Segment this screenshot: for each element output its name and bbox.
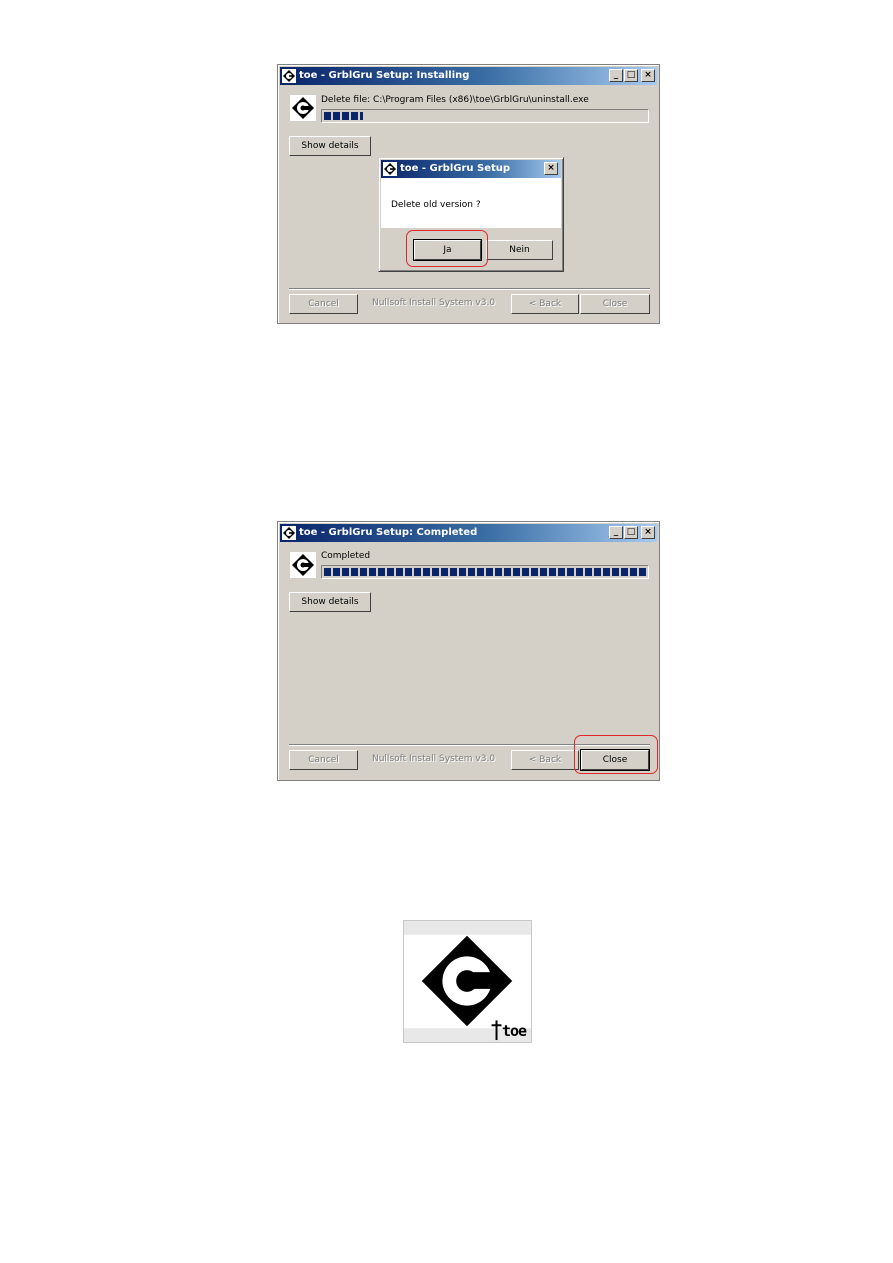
app-logo-icon xyxy=(383,162,397,176)
status-text: Delete file: C:\Program Files (x86)\toe\… xyxy=(321,95,589,105)
progress-fill xyxy=(324,112,363,120)
minimize-icon[interactable]: _ xyxy=(609,69,623,82)
toe-logo-text: toe xyxy=(502,1022,527,1040)
completed-titlebar[interactable]: toe - GrblGru Setup: Completed _ □ × xyxy=(280,524,657,542)
cancel-button[interactable]: Cancel xyxy=(289,750,358,770)
toe-logo-large: toe xyxy=(403,920,532,1043)
highlight-close-button xyxy=(574,735,658,774)
show-details-button[interactable]: Show details xyxy=(289,592,371,612)
progress-fill xyxy=(324,568,646,576)
branding-text: Nullsoft Install System v3.0 xyxy=(372,754,496,764)
toe-logo-icon xyxy=(290,95,316,121)
dialog-titlebar[interactable]: toe - GrblGru Setup × xyxy=(381,160,561,178)
maximize-icon[interactable]: □ xyxy=(624,69,638,82)
app-logo-icon xyxy=(282,69,296,83)
close-icon[interactable]: × xyxy=(641,69,655,82)
close-button[interactable]: Close xyxy=(580,294,650,314)
branding-text: Nullsoft Install System v3.0 xyxy=(372,298,496,308)
window-title: toe - GrblGru Setup: Installing xyxy=(299,70,470,81)
dialog-body: Delete old version ? xyxy=(381,178,561,228)
status-text: Completed xyxy=(321,551,371,561)
dialog-message: Delete old version ? xyxy=(391,200,481,210)
close-icon[interactable]: × xyxy=(641,526,655,539)
highlight-yes-button xyxy=(406,230,488,267)
toe-logo-icon xyxy=(290,552,316,578)
progress-bar xyxy=(321,109,649,123)
installing-titlebar[interactable]: toe - GrblGru Setup: Installing _ □ × xyxy=(280,67,657,85)
minimize-icon[interactable]: _ xyxy=(609,526,623,539)
close-icon[interactable]: × xyxy=(544,162,558,175)
maximize-icon[interactable]: □ xyxy=(624,526,638,539)
no-button[interactable]: Nein xyxy=(486,240,553,260)
back-button[interactable]: < Back xyxy=(511,750,579,770)
progress-bar xyxy=(321,565,649,579)
app-logo-icon xyxy=(282,526,296,540)
dialog-title: toe - GrblGru Setup xyxy=(400,163,511,174)
show-details-button[interactable]: Show details xyxy=(289,136,371,156)
separator xyxy=(289,288,650,290)
cancel-button[interactable]: Cancel xyxy=(289,294,358,314)
back-button[interactable]: < Back xyxy=(511,294,579,314)
window-title: toe - GrblGru Setup: Completed xyxy=(299,527,478,538)
